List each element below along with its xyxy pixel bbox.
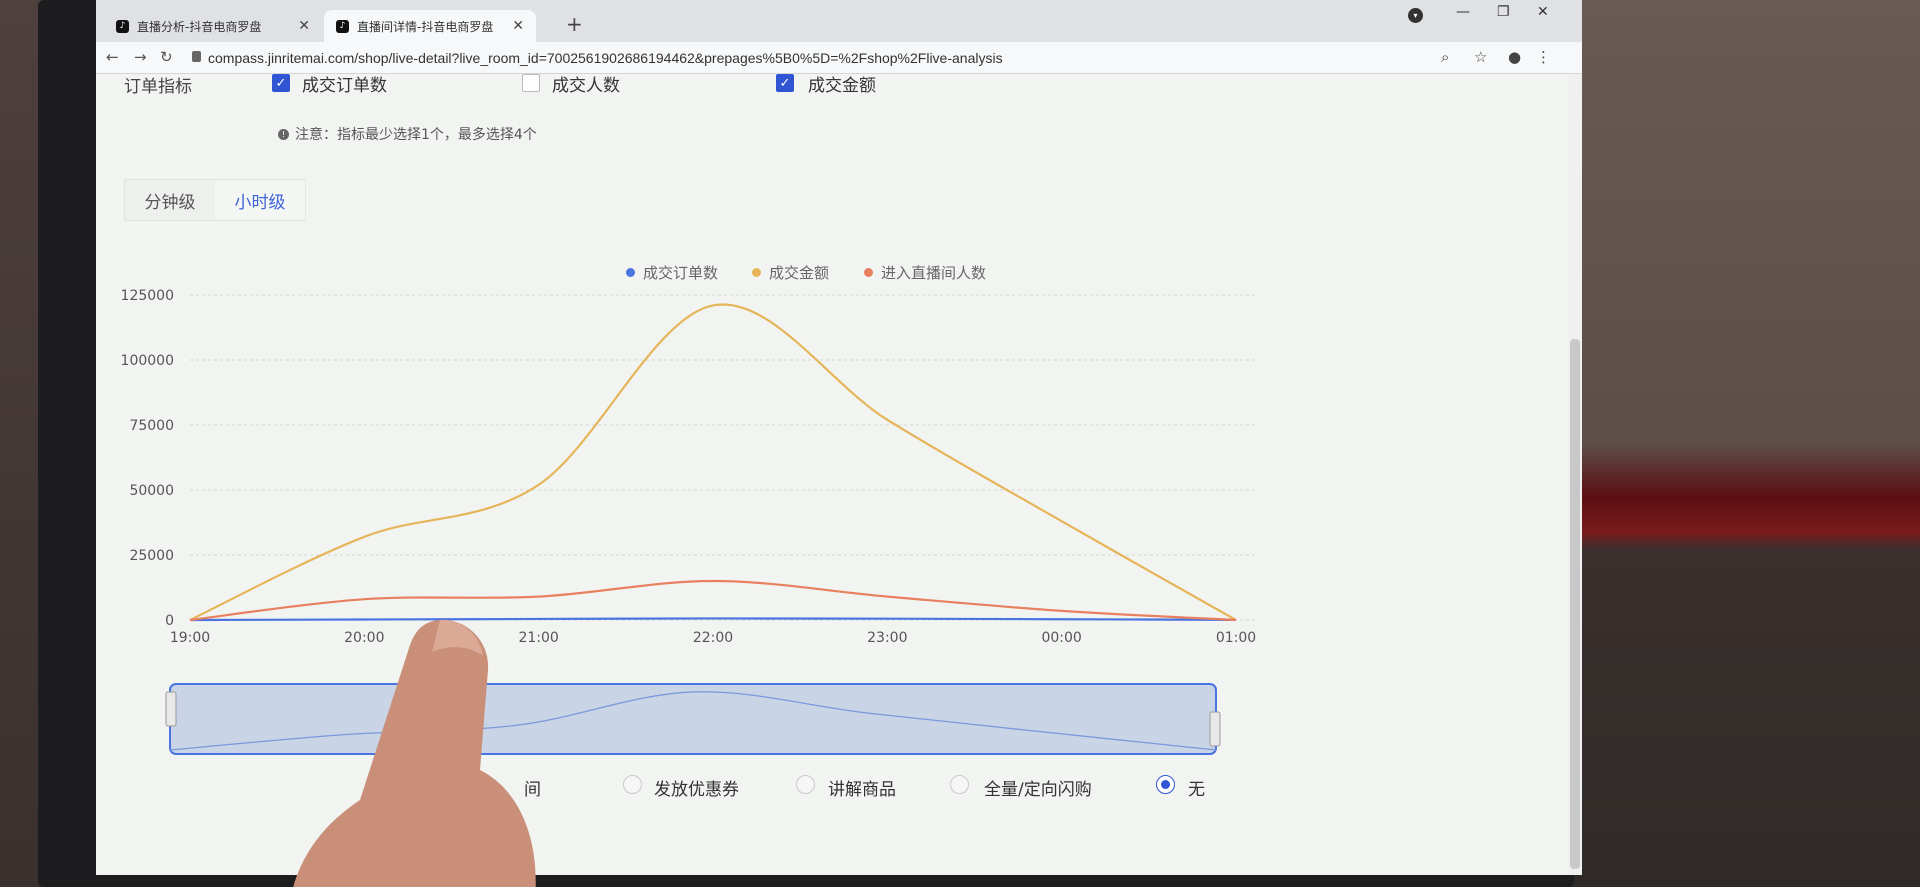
radio-flash-sale-label: 全量/定向闪购 [984,780,1092,800]
event-filter-label: 间 [524,780,541,800]
zoom-handle-right [1209,711,1221,747]
series-line-3 [189,579,1237,622]
monitor-bezel: ♪ 直播分析-抖音电商罗盘 ✕ ♪ 直播间详情-抖音电商罗盘 ✕ + ▾ — ❐… [38,0,1582,887]
y-tick-label: 100000 [121,353,174,369]
y-tick-label: 125000 [121,288,174,304]
y-tick-label: 75000 [129,418,174,434]
y-tick-label: 25000 [129,548,174,564]
x-tick-label: 00:00 [1041,630,1081,646]
scrollbar-thumb[interactable] [1570,339,1580,869]
radio-none-label: 无 [1188,780,1205,800]
radio-explain-product-label: 讲解商品 [828,780,896,800]
data-zoom-slider [169,683,1217,755]
zoom-handle-left [165,691,177,727]
radio-explain-product[interactable] [796,775,815,794]
radio-coupon-label: 发放优惠券 [654,780,739,800]
x-tick-label: 21:00 [518,630,558,646]
x-tick-label: 19:00 [170,630,210,646]
x-tick-label: 23:00 [867,630,907,646]
y-tick-label: 50000 [129,483,174,499]
x-tick-label: 20:00 [344,630,384,646]
line-chart: 125000 100000 75000 50000 25000 019:00 20:00 21… [121,288,1256,755]
event-filter-row: 间 发放优惠券 讲解商品 全量/定向闪购 无 [96,775,1582,805]
browser-window: ♪ 直播分析-抖音电商罗盘 ✕ ♪ 直播间详情-抖音电商罗盘 ✕ + ▾ — ❐… [96,0,1582,875]
y-tick-label: 0 [165,613,174,629]
page-scrollbar[interactable] [1568,74,1582,874]
x-tick-label: 01:00 [1216,630,1256,646]
x-tick-label: 22:00 [693,630,733,646]
background-right [1550,0,1920,887]
radio-flash-sale[interactable] [950,775,969,794]
series-line-2 [189,303,1237,621]
radio-none[interactable] [1156,775,1175,794]
radio-coupon[interactable] [623,775,642,794]
